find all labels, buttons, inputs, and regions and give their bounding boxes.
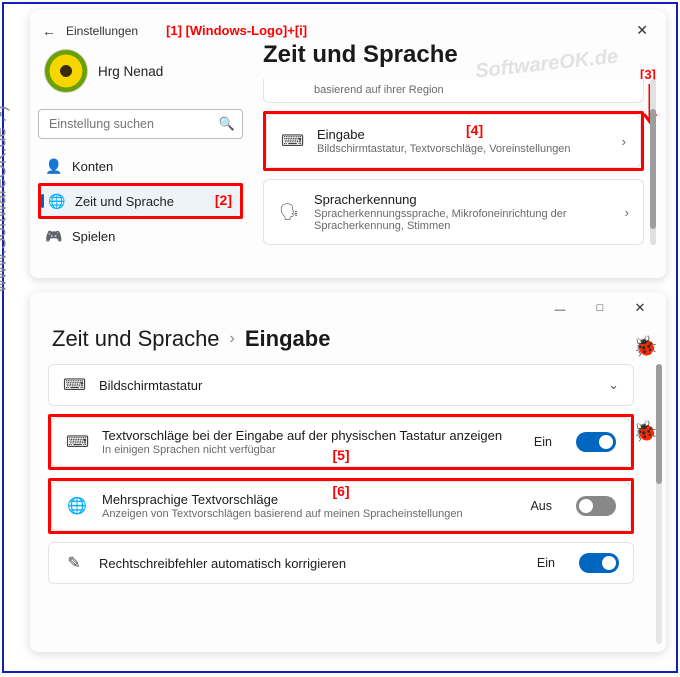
row-subtitle: Anzeigen von Textvorschlägen basierend a… [102,508,516,520]
watermark-vertical: www.SoftwareOK.de :-) [0,105,11,292]
search-input[interactable] [38,109,243,139]
sidebar-item-gaming[interactable]: 🎮 Spielen [38,221,243,251]
back-arrow-icon[interactable]: ← [42,23,56,39]
chevron-right-icon: › [622,134,626,149]
chevron-right-icon: › [230,330,235,348]
annotation-4: [4] [466,122,483,138]
settings-window-1: ← Einstellungen [1] [Windows-Logo]+[i] ✕… [30,10,666,278]
gamepad-icon: 🎮 [46,228,62,244]
sidebar-item-label: Zeit und Sprache [75,194,174,209]
annotation-6: [6] [332,483,349,499]
settings-card-speech[interactable]: 🗣 Spracherkennung Spracherkennungssprach… [263,179,644,245]
chevron-down-icon: ⌄ [608,377,619,393]
window-title: Einstellungen [66,24,138,38]
sidebar-item-label: Konten [72,159,113,174]
row-title: Rechtschreibfehler automatisch korrigier… [99,556,523,571]
card-subtitle: basierend auf ihrer Region [314,84,629,96]
toggle-state-label: Aus [530,499,552,513]
page-title: Zeit und Sprache [263,41,658,69]
toggle-switch[interactable] [579,553,619,573]
breadcrumb: Zeit und Sprache › Eingabe [30,324,666,364]
sidebar: Hrg Nenad 🔍 👤 Konten 🌐 Zeit und Sprache … [38,43,243,251]
spellcheck-icon: ✎ [63,553,85,573]
keyboard-filled-icon: ⌨ [66,432,88,452]
keyboard-icon: ⌨ [63,375,85,395]
toggle-switch[interactable] [576,496,616,516]
toggle-state-label: Ein [534,435,552,449]
globe-clock-icon: 🌐 [49,193,65,209]
scrollbar-thumb[interactable] [650,109,656,229]
sidebar-item-label: Spielen [72,229,115,244]
chevron-right-icon: › [625,205,629,220]
card-title: Spracherkennung [314,192,611,207]
close-icon[interactable]: ✕ [620,300,660,316]
settings-card-typing[interactable]: ⌨ Eingabe Bildschirmtastatur, Textvorsch… [266,114,641,168]
titlebar: □ ✕ [30,292,666,324]
scrollbar-thumb[interactable] [656,364,662,484]
row-subtitle: In einigen Sprachen nicht verfügbar [102,444,520,456]
sidebar-item-time-language[interactable]: 🌐 Zeit und Sprache [41,186,240,216]
maximize-icon[interactable]: □ [580,302,620,314]
row-title: Mehrsprachige Textvorschläge [102,492,516,507]
row-title: Textvorschläge bei der Eingabe auf der p… [102,428,520,443]
toggle-state-label: Ein [537,556,555,570]
row-autocorrect[interactable]: ✎ Rechtschreibfehler automatisch korrigi… [48,542,634,584]
annotation-5: [5] [332,447,349,463]
card-title: Eingabe [317,127,608,142]
settings-window-2: □ ✕ Zeit und Sprache › Eingabe ⌨ Bildsch… [30,292,666,652]
minimize-icon[interactable] [540,301,580,316]
annotation-2: [2] [215,192,232,208]
search-icon[interactable]: 🔍 [219,116,235,132]
main-content-1: SoftwareOK.de Zeit und Sprache [3] basie… [243,43,658,251]
globe-text-icon: 🌐 [66,496,88,516]
card-subtitle: Bildschirmtastatur, Textvorschläge, Vore… [317,143,608,155]
username-label: Hrg Nenad [98,64,163,79]
breadcrumb-parent[interactable]: Zeit und Sprache [52,326,220,352]
card-subtitle: Spracherkennungssprache, Mikrofoneinrich… [314,208,611,232]
sidebar-item-accounts[interactable]: 👤 Konten [38,151,243,181]
settings-card-region[interactable]: basierend auf ihrer Region [263,79,644,103]
close-icon[interactable]: ✕ [628,18,656,43]
person-icon: 👤 [46,158,62,174]
keyboard-icon: ⌨ [281,131,303,151]
avatar[interactable] [44,49,88,93]
breadcrumb-current: Eingabe [245,326,331,352]
toggle-switch[interactable] [576,432,616,452]
row-on-screen-keyboard[interactable]: ⌨ Bildschirmtastatur ⌄ [48,364,634,406]
row-title: Bildschirmtastatur [99,378,594,393]
annotation-1: [1] [Windows-Logo]+[i] [166,23,307,38]
speech-icon: 🗣 [278,202,300,222]
